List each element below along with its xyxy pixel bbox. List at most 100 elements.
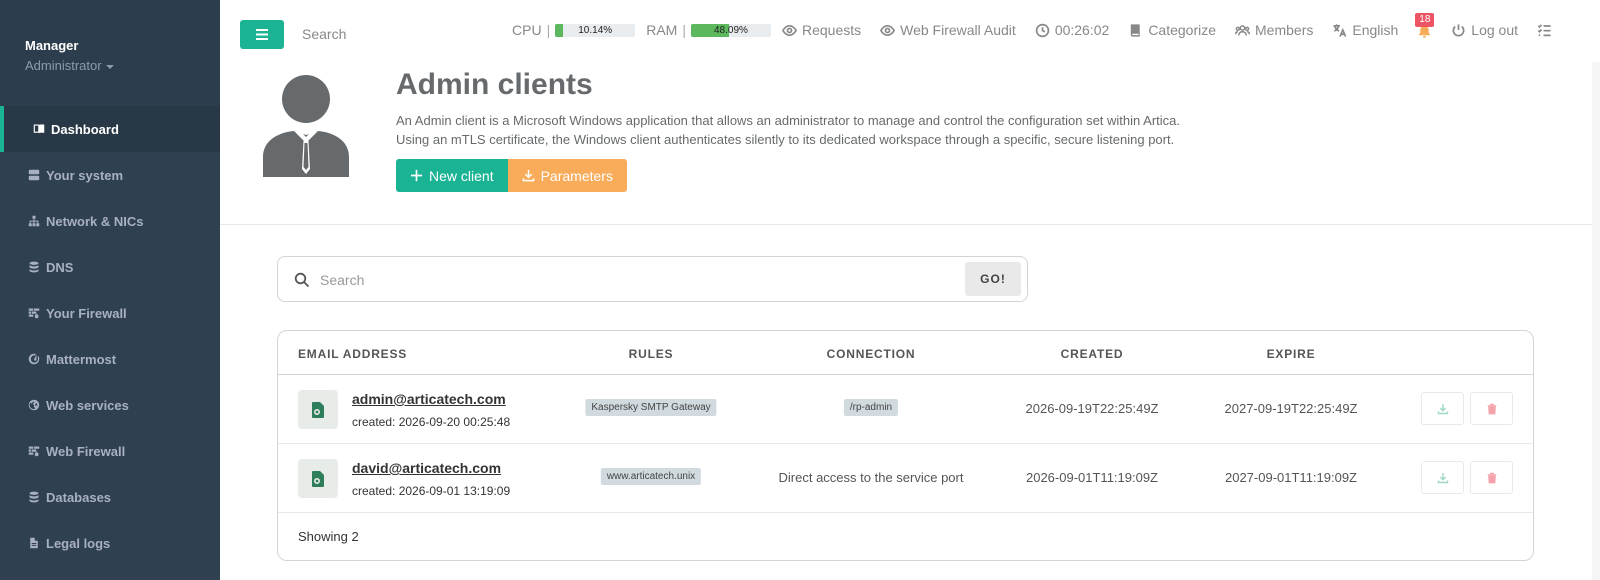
sidebar-item-label: Your system [46, 167, 124, 183]
cpu-value: 10.14% [578, 24, 613, 36]
download-button[interactable] [1421, 392, 1464, 425]
table-row: admin@articatech.com created: 2026-09-20… [278, 375, 1533, 444]
logout-link[interactable]: Log out [1451, 22, 1518, 38]
sidebar-item-dashboard[interactable]: Dashboard [0, 106, 220, 152]
requests-label: Requests [801, 22, 862, 38]
sidebar-item-label: Web services [46, 397, 129, 413]
page-header: Admin clients An Admin client is a Micro… [220, 62, 1592, 225]
language-selector[interactable]: English [1332, 22, 1398, 38]
separator: | [546, 22, 551, 38]
sidebar: Manager Administrator Dashboard Your sys… [0, 0, 220, 580]
book-open-icon [32, 122, 46, 136]
sidebar-item-label: Mattermost [46, 351, 117, 367]
sidebar-item-label: Your Firewall [46, 305, 127, 321]
client-email-link[interactable]: david@articatech.com [352, 460, 501, 476]
web-firewall-audit-label: Web Firewall Audit [900, 22, 1016, 38]
client-email-link[interactable]: admin@articatech.com [352, 391, 506, 407]
delete-button[interactable] [1470, 392, 1513, 425]
sidebar-item-your-firewall[interactable]: Your Firewall [0, 290, 220, 336]
table-row: david@articatech.com created: 2026-09-01… [278, 444, 1533, 513]
expire-date: 2027-09-19T22:25:49Z [1224, 401, 1358, 416]
admin-user-avatar-icon [263, 75, 349, 177]
sidebar-item-web-firewall[interactable]: Web Firewall [0, 428, 220, 474]
parameters-label: Parameters [540, 167, 613, 184]
tasks-list-button[interactable] [1537, 23, 1557, 38]
menu-toggle-button[interactable] [240, 20, 284, 49]
list-check-icon [1537, 23, 1551, 36]
new-client-button[interactable]: New client [396, 159, 508, 192]
top-navbar: CPU | 10.14% RAM | 48.09% Requests Web F… [220, 0, 1600, 62]
client-created-subtext: created: 2026-09-20 00:25:48 [352, 415, 511, 429]
sidebar-item-label: Dashboard [51, 121, 119, 137]
sidebar-item-network[interactable]: Network & NICs [0, 198, 220, 244]
file-icon [27, 536, 41, 550]
sidebar-item-label: Web Firewall [46, 443, 126, 459]
ram-label: RAM [646, 22, 678, 38]
language-icon [1333, 23, 1347, 37]
requests-link[interactable]: Requests [781, 22, 862, 38]
certificate-icon [298, 459, 338, 498]
sidebar-nav: Dashboard Your system Network & NICs DNS… [0, 106, 220, 566]
connection-text: Direct access to the service port [778, 470, 964, 485]
separator: | [682, 22, 686, 38]
eye-icon [880, 24, 896, 36]
ram-value: 48.09% [714, 24, 748, 36]
trash-icon [1487, 403, 1496, 414]
client-created-subtext: created: 2026-09-01 13:19:09 [352, 484, 511, 498]
categorize-link[interactable]: Categorize [1128, 22, 1216, 38]
sidebar-item-dns[interactable]: DNS [0, 244, 220, 290]
sidebar-item-label: Databases [46, 489, 112, 505]
search-icon [294, 272, 310, 288]
column-header-email[interactable]: EMAIL ADDRESS [298, 347, 407, 361]
user-role-dropdown[interactable]: Administrator [25, 58, 220, 73]
web-firewall-audit-link[interactable]: Web Firewall Audit [880, 22, 1016, 38]
clients-table: EMAIL ADDRESS RULES CONNECTION CREATED E… [277, 330, 1534, 561]
categorize-label: Categorize [1148, 22, 1217, 38]
notifications-button[interactable]: 18 [1415, 12, 1435, 38]
download-button[interactable] [1421, 461, 1464, 494]
connection-tag: /rp-admin [843, 399, 899, 416]
download-icon [522, 169, 534, 182]
cpu-progress-bar: 10.14% [555, 23, 636, 37]
vertical-scrollbar[interactable] [1592, 62, 1600, 580]
members-link[interactable]: Members [1235, 22, 1313, 38]
page-description: An Admin client is a Microsoft Windows a… [396, 111, 1180, 149]
notification-count-badge: 18 [1415, 12, 1435, 27]
ram-progress-bar: 48.09% [690, 23, 771, 37]
sidebar-item-mattermost[interactable]: Mattermost [0, 336, 220, 382]
column-header-created[interactable]: CREATED [1061, 347, 1124, 361]
clock: 00:26:02 [1035, 22, 1109, 38]
parameters-button[interactable]: Parameters [507, 159, 627, 192]
column-header-expire[interactable]: EXPIRE [1267, 347, 1316, 361]
top-search-input[interactable] [302, 26, 482, 42]
delete-button[interactable] [1470, 461, 1513, 494]
table-header: EMAIL ADDRESS RULES CONNECTION CREATED E… [278, 331, 1533, 375]
clients-search-input[interactable] [320, 269, 920, 291]
sidebar-item-label: Legal logs [46, 535, 111, 551]
description-line-1: An Admin client is a Microsoft Windows a… [396, 113, 1181, 128]
expire-date: 2027-09-01T11:19:09Z [1224, 470, 1358, 485]
sidebar-item-your-system[interactable]: Your system [0, 152, 220, 198]
new-client-label: New client [429, 167, 494, 184]
power-icon [1452, 23, 1465, 37]
trash-icon [1487, 472, 1496, 483]
certificate-icon [298, 390, 338, 429]
sidebar-item-databases[interactable]: Databases [0, 474, 220, 520]
rule-tag: Kaspersky SMTP Gateway [585, 399, 717, 416]
language-label: English [1352, 22, 1399, 38]
sidebar-item-label: DNS [46, 259, 74, 275]
cpu-metric: CPU | 10.14% [512, 22, 636, 38]
column-header-rules[interactable]: RULES [629, 347, 674, 361]
users-icon [1235, 24, 1251, 36]
sidebar-item-legal-logs[interactable]: Legal logs [0, 520, 220, 566]
sidebar-item-label: Network & NICs [46, 213, 144, 229]
download-icon [1437, 472, 1448, 483]
search-go-button[interactable]: GO! [965, 262, 1021, 296]
cpu-label: CPU [512, 22, 542, 38]
book-icon [1131, 23, 1141, 37]
members-label: Members [1255, 22, 1314, 38]
server-icon [27, 168, 41, 182]
column-header-connection[interactable]: CONNECTION [827, 347, 916, 361]
sidebar-item-web-services[interactable]: Web services [0, 382, 220, 428]
user-profile: Manager Administrator [0, 0, 220, 106]
